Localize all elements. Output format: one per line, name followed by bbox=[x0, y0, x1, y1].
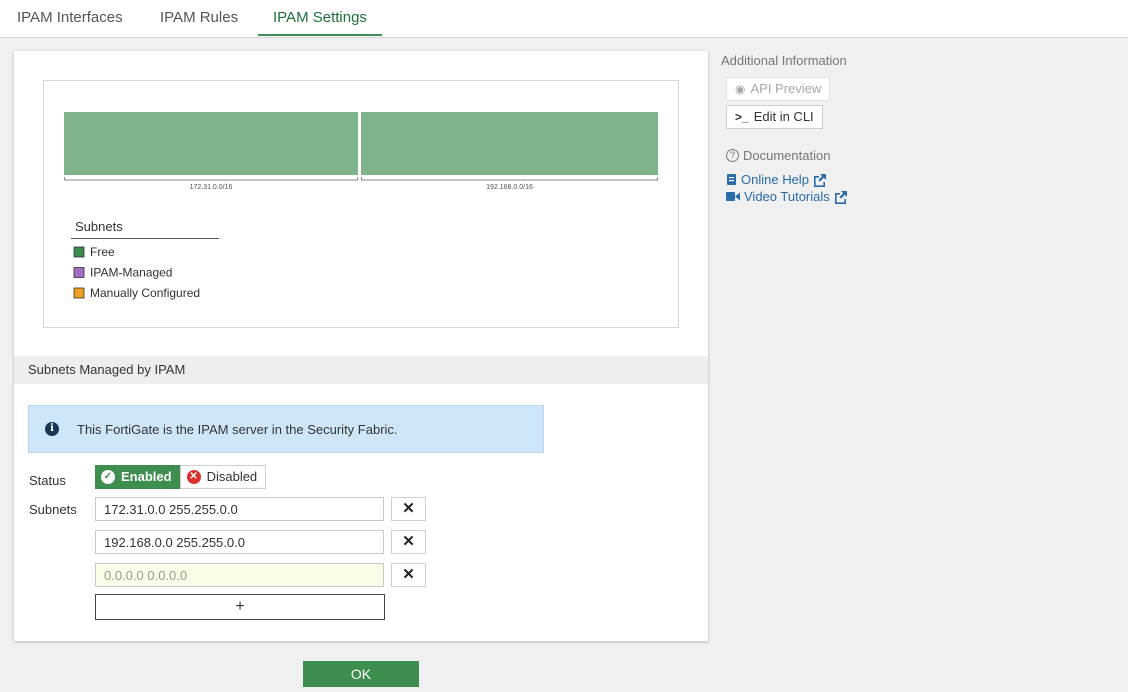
question-circle-icon: ? bbox=[726, 149, 739, 162]
subnet-bracket bbox=[64, 177, 358, 181]
subnet-input-new[interactable] bbox=[95, 563, 384, 587]
enabled-label: Enabled bbox=[121, 469, 172, 484]
subnet-chart-svg: 172.31.0.0/16 192.168.0.0/16 Subnets Free IP… bbox=[64, 112, 658, 300]
info-icon: i bbox=[45, 422, 59, 436]
section-header: Subnets Managed by IPAM bbox=[14, 356, 708, 384]
legend-label: Free bbox=[90, 245, 115, 259]
add-subnet-button[interactable]: + bbox=[95, 594, 385, 620]
disabled-label: Disabled bbox=[206, 469, 258, 484]
edit-in-cli-button[interactable]: >_ Edit in CLI bbox=[726, 105, 823, 129]
external-link-icon bbox=[834, 190, 847, 204]
subnet-chart: 172.31.0.0/16 192.168.0.0/16 Subnets Free IP… bbox=[43, 80, 679, 328]
remove-subnet-2-button[interactable]: ✕ bbox=[391, 530, 426, 554]
info-message: This FortiGate is the IPAM server in the… bbox=[77, 421, 398, 437]
settings-card: 172.31.0.0/16 192.168.0.0/16 Subnets Free IP… bbox=[14, 51, 708, 641]
book-icon bbox=[727, 174, 736, 185]
legend-swatch bbox=[73, 246, 85, 258]
info-banner: i This FortiGate is the IPAM server in t… bbox=[28, 405, 544, 453]
subnet-tick-label: 172.31.0.0/16 bbox=[190, 184, 233, 191]
documentation-heading: ? Documentation bbox=[726, 148, 830, 163]
legend-title: Subnets bbox=[75, 219, 123, 234]
online-help-link[interactable]: Online Help bbox=[726, 172, 832, 187]
subnet-tick-label: 192.168.0.0/16 bbox=[486, 184, 533, 191]
remove-subnet-3-button[interactable]: ✕ bbox=[391, 563, 426, 587]
legend-label: IPAM-Managed bbox=[90, 266, 172, 280]
status-toggle: ✓ Enabled ✕ Disabled bbox=[95, 465, 267, 489]
edit-in-cli-label: Edit in CLI bbox=[753, 109, 814, 124]
enabled-option[interactable]: ✓ Enabled bbox=[95, 465, 180, 489]
api-preview-button[interactable]: ◉ API Preview bbox=[726, 77, 831, 101]
ok-button[interactable]: OK bbox=[303, 661, 419, 687]
legend-swatch bbox=[73, 287, 85, 299]
tab-ipam-interfaces[interactable]: IPAM Interfaces bbox=[2, 0, 138, 36]
bar-segment-free bbox=[361, 112, 658, 175]
documentation-label: Documentation bbox=[743, 148, 831, 163]
online-help-label: Online Help bbox=[741, 172, 809, 187]
bar-segment-free bbox=[64, 112, 358, 175]
api-preview-label: API Preview bbox=[750, 81, 822, 96]
subnet-input-2[interactable] bbox=[95, 530, 384, 554]
tab-ipam-rules[interactable]: IPAM Rules bbox=[145, 0, 253, 36]
video-camera-icon bbox=[726, 192, 740, 201]
terminal-icon: >_ bbox=[735, 110, 749, 124]
subnet-bracket bbox=[361, 177, 658, 181]
subnets-label: Subnets bbox=[29, 502, 77, 517]
additional-info-title: Additional Information bbox=[721, 53, 847, 68]
external-link-icon bbox=[813, 173, 826, 187]
tab-bar: IPAM Interfaces IPAM Rules IPAM Settings bbox=[0, 0, 1128, 38]
status-label: Status bbox=[29, 473, 66, 488]
video-tutorials-link[interactable]: Video Tutorials bbox=[726, 189, 853, 204]
legend-swatch bbox=[73, 267, 85, 278]
x-circle-icon: ✕ bbox=[186, 470, 201, 484]
check-circle-icon: ✓ bbox=[101, 470, 115, 484]
eye-icon: ◉ bbox=[735, 82, 746, 96]
legend-label: Manually Configured bbox=[90, 286, 200, 300]
subnet-input-1[interactable] bbox=[95, 497, 384, 521]
disabled-option[interactable]: ✕ Disabled bbox=[179, 465, 267, 489]
tab-ipam-settings[interactable]: IPAM Settings bbox=[258, 0, 382, 36]
video-tutorials-label: Video Tutorials bbox=[744, 189, 830, 204]
remove-subnet-1-button[interactable]: ✕ bbox=[391, 497, 426, 521]
